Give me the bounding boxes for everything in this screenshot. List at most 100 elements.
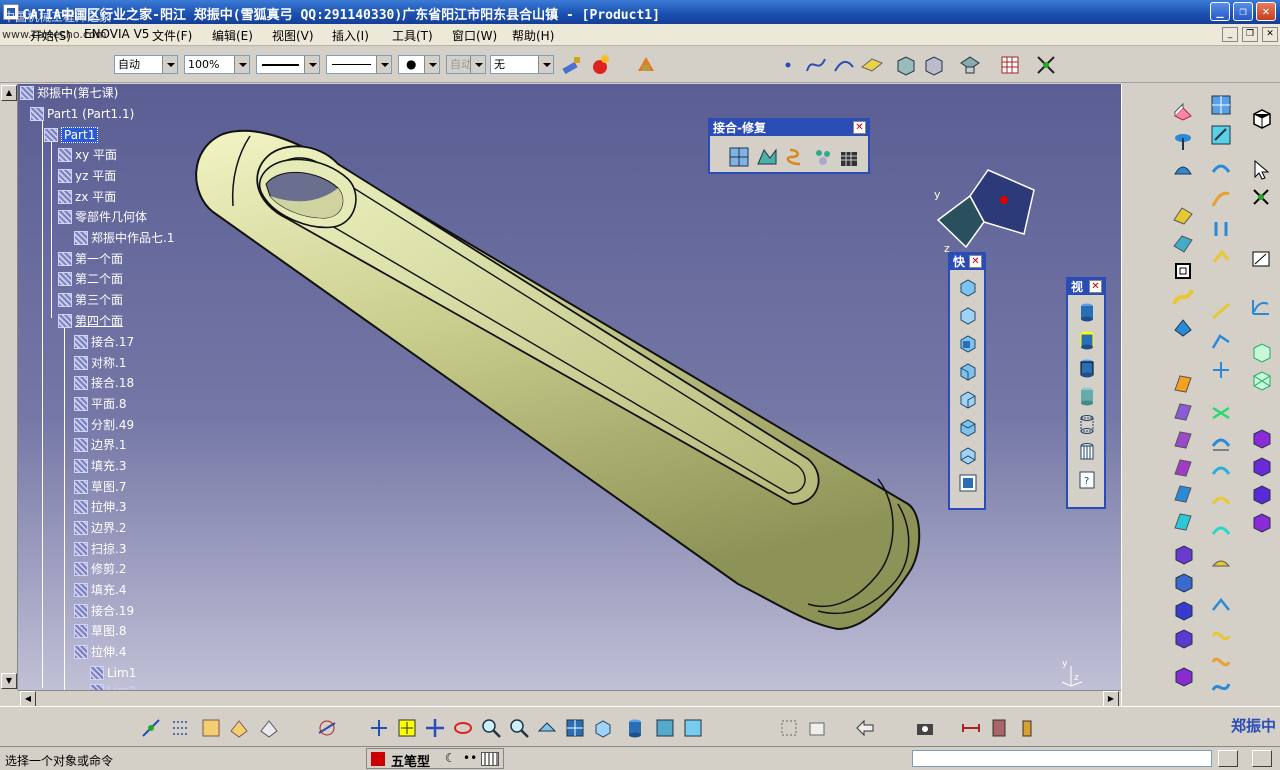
chevron-down-icon[interactable] — [376, 56, 391, 73]
projection-icon[interactable] — [1210, 358, 1232, 380]
restore-button[interactable]: ❐ — [1233, 2, 1253, 21]
pan-icon[interactable] — [424, 717, 446, 739]
split-tool-icon[interactable] — [1172, 456, 1194, 478]
view-mode-toolbar-title[interactable]: 视 ✕ — [1068, 279, 1104, 295]
combine-icon[interactable] — [1210, 432, 1232, 454]
menu-file[interactable]: 文件(F) — [152, 27, 192, 44]
command-input[interactable] — [912, 750, 1212, 767]
hidden-line-icon[interactable] — [1076, 441, 1098, 463]
fly-mode-icon[interactable] — [1250, 186, 1272, 208]
catalog-icon[interactable] — [228, 717, 250, 739]
point-style-combo[interactable]: ● — [398, 55, 440, 74]
rough-offset-icon[interactable] — [1172, 260, 1194, 282]
linetype-combo[interactable] — [256, 55, 320, 74]
extract-tool-icon[interactable] — [1172, 544, 1194, 566]
polyline-icon[interactable] — [1210, 330, 1232, 352]
measure-between-icon[interactable] — [960, 717, 982, 739]
scroll-left-button[interactable]: ◀ — [20, 691, 36, 707]
join-heal-close-button[interactable]: ✕ — [853, 121, 866, 134]
zoom-combo[interactable]: 100% — [184, 55, 250, 74]
law-icon[interactable] — [1250, 296, 1272, 318]
iso-cube-icon[interactable] — [592, 717, 614, 739]
knowledge-icon[interactable] — [258, 717, 280, 739]
painter-icon[interactable] — [560, 53, 584, 77]
shading-icon[interactable] — [1076, 301, 1098, 323]
menu-enovia[interactable]: ENOVIA V5 — [84, 27, 149, 41]
fit-all-icon[interactable] — [396, 717, 418, 739]
plane-icon[interactable] — [860, 53, 884, 77]
line-tool-icon[interactable] — [1210, 300, 1232, 322]
variable-offset-icon[interactable] — [1172, 232, 1194, 254]
menu-start[interactable]: 开始(S) — [30, 27, 71, 44]
connect-curve-icon[interactable] — [1210, 520, 1232, 542]
back-view-icon[interactable] — [957, 332, 979, 354]
isoparametric-icon[interactable] — [1250, 370, 1272, 392]
ime-toolbar[interactable]: 五笔型 ☾ •• — [366, 748, 504, 770]
fill-tool-icon[interactable] — [1172, 316, 1194, 338]
healing-tool-icon[interactable] — [1250, 456, 1272, 478]
iso-view-icon[interactable] — [957, 276, 979, 298]
fill-surface-icon[interactable] — [1250, 428, 1272, 450]
command-cancel-button[interactable] — [1252, 750, 1272, 767]
circle-tool-icon[interactable] — [1210, 158, 1232, 180]
mdi-close-button[interactable]: ✕ — [1262, 27, 1278, 42]
measure-icon[interactable] — [1250, 248, 1272, 270]
disassemble-icon[interactable] — [812, 146, 834, 168]
render-style-icon[interactable] — [624, 717, 646, 739]
bottom-view-icon[interactable] — [957, 444, 979, 466]
right-view-icon[interactable] — [957, 388, 979, 410]
hide-show-icon[interactable] — [654, 717, 676, 739]
workbench-icon[interactable] — [1250, 108, 1272, 130]
translate-icon[interactable] — [1172, 572, 1194, 594]
positioned-sketch-icon[interactable] — [1210, 124, 1232, 146]
measure-inertia-icon[interactable] — [1016, 717, 1038, 739]
select-arrow-icon[interactable] — [1250, 158, 1272, 180]
fly-icon[interactable] — [368, 717, 390, 739]
customize-view-icon[interactable]: ? — [1076, 469, 1098, 491]
scroll-up-button[interactable]: ▲ — [1, 85, 17, 101]
named-views-icon[interactable] — [957, 472, 979, 494]
macro-icon[interactable] — [200, 717, 222, 739]
menu-help[interactable]: 帮助(H) — [512, 27, 554, 44]
corner-icon[interactable] — [1210, 188, 1232, 210]
conic-icon[interactable] — [1210, 550, 1232, 572]
snap-to-point-icon[interactable] — [140, 717, 162, 739]
curve-smooth-icon[interactable] — [1210, 676, 1232, 698]
scroll-right-button[interactable]: ▶ — [1103, 691, 1119, 707]
swap-visible-icon[interactable] — [682, 717, 704, 739]
analysis-tool-icon[interactable] — [316, 717, 338, 739]
intersection-icon[interactable] — [1210, 402, 1232, 424]
punctuation-icon[interactable]: •• — [463, 751, 477, 765]
multi-section-icon[interactable] — [1172, 372, 1194, 394]
view-mode-close-button[interactable]: ✕ — [1089, 280, 1102, 293]
shading-edges-icon[interactable] — [1076, 329, 1098, 351]
menu-tools[interactable]: 工具(T) — [392, 27, 433, 44]
zoom-in-icon[interactable] — [480, 717, 502, 739]
moon-icon[interactable]: ☾ — [445, 751, 456, 765]
scroll-down-button[interactable]: ▼ — [1, 673, 17, 689]
shading-edges-hidden-icon[interactable] — [1076, 357, 1098, 379]
disassemble-tool-icon[interactable] — [1250, 512, 1272, 534]
boundary-tool-icon[interactable] — [1172, 510, 1194, 532]
healing-icon[interactable] — [756, 146, 778, 168]
chevron-down-icon[interactable] — [162, 56, 177, 73]
chevron-down-icon[interactable] — [424, 56, 439, 73]
left-view-icon[interactable] — [957, 360, 979, 382]
filter-combo[interactable]: 无 — [490, 55, 554, 74]
rotate-view-icon[interactable] — [452, 717, 474, 739]
material-icon[interactable] — [588, 53, 612, 77]
wireframe-icon[interactable] — [1076, 413, 1098, 435]
solid-cube-2-icon[interactable] — [922, 53, 946, 77]
mdi-minimize-button[interactable]: _ — [1222, 27, 1238, 42]
extrude-surface-icon[interactable] — [1172, 102, 1194, 124]
chevron-down-icon[interactable] — [234, 56, 249, 73]
grid-icon[interactable] — [998, 53, 1022, 77]
analysis-icon[interactable] — [958, 53, 982, 77]
insert-body-icon[interactable] — [778, 717, 800, 739]
viewport-horizontal-scrollbar[interactable]: ◀ ▶ — [18, 690, 1121, 707]
join-tool-icon[interactable] — [1172, 428, 1194, 450]
sphere-cap-icon[interactable] — [1172, 158, 1194, 180]
menu-window[interactable]: 窗口(W) — [452, 27, 497, 44]
spline-tool-icon[interactable] — [1210, 650, 1232, 672]
extract-icon[interactable] — [838, 146, 860, 168]
